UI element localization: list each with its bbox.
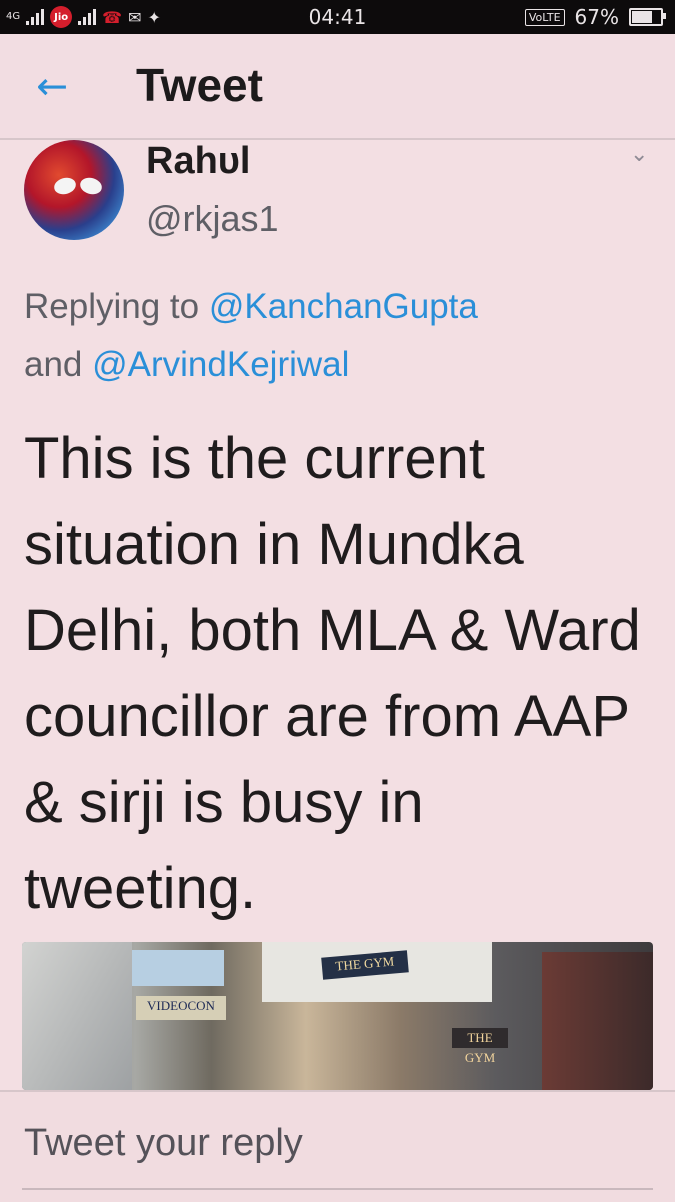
app-header: ← Tweet bbox=[0, 34, 675, 140]
battery-percent: 67% bbox=[574, 5, 619, 29]
avatar[interactable] bbox=[24, 140, 124, 240]
author-name[interactable]: Rahυl bbox=[146, 140, 250, 183]
photo-sign-videocon: VIDEOCON bbox=[136, 996, 226, 1020]
reply-bar: Tweet your reply bbox=[0, 1090, 675, 1202]
tweet-text: This is the current situation in Mundka … bbox=[24, 426, 641, 921]
replying-prefix: Replying to bbox=[24, 287, 209, 326]
back-button[interactable]: ← bbox=[30, 64, 74, 108]
page-title: Tweet bbox=[136, 59, 263, 111]
author-handle[interactable]: @rkjas1 bbox=[146, 198, 279, 240]
mention-link-2[interactable]: @ArvindKejriwal bbox=[92, 345, 349, 384]
mention-link-1[interactable]: @KanchanGupta bbox=[209, 287, 478, 326]
arrow-left-icon: ← bbox=[36, 64, 68, 108]
battery-fill bbox=[632, 11, 653, 23]
status-bar: 4G Jio ☎ ✉ ✦ 04:41 VoLTE 67% bbox=[0, 0, 675, 34]
status-icons-right: VoLTE 67% bbox=[524, 5, 666, 29]
reply-input[interactable]: Tweet your reply bbox=[24, 1122, 303, 1165]
replying-to: Replying to @KanchanGupta and @ArvindKej… bbox=[24, 278, 654, 394]
photo-sign-gym-lower: THE GYM bbox=[452, 1028, 508, 1065]
replying-and: and bbox=[24, 345, 93, 384]
tweet-photo[interactable]: VIDEOCON THE GYM THE GYM bbox=[22, 942, 653, 1090]
chevron-down-icon[interactable]: ⌄ bbox=[630, 142, 654, 167]
reply-underline bbox=[22, 1188, 653, 1190]
battery-icon bbox=[629, 8, 666, 26]
volte-badge: VoLTE bbox=[524, 8, 565, 26]
